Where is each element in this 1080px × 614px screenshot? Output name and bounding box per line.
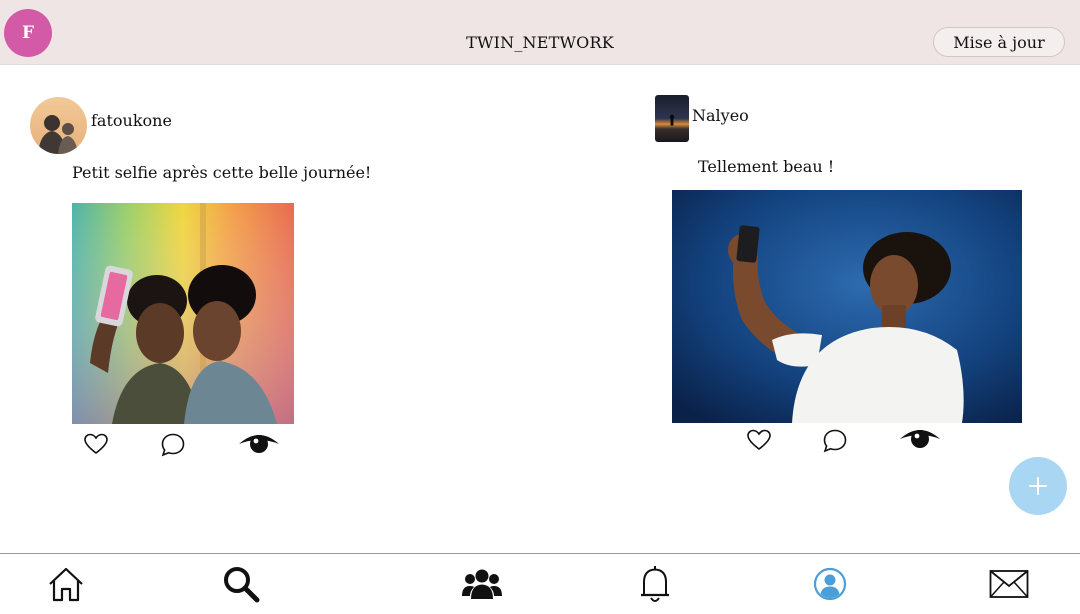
post-actions — [746, 426, 956, 458]
mail-icon — [989, 570, 1029, 598]
search-icon — [224, 567, 260, 603]
post-author-avatar[interactable] — [655, 95, 689, 142]
add-post-button[interactable] — [1009, 457, 1067, 515]
nav-profile[interactable] — [800, 554, 860, 614]
nav-home[interactable] — [36, 554, 96, 614]
heart-icon[interactable] — [746, 428, 772, 452]
post-photo[interactable] — [72, 203, 294, 424]
group-icon — [462, 569, 502, 599]
heart-icon[interactable] — [83, 432, 109, 456]
post-actions — [83, 430, 293, 462]
comment-icon[interactable] — [822, 428, 848, 454]
top-bar: F TWIN_NETWORK Mise à jour — [0, 0, 1080, 65]
update-button[interactable]: Mise à jour — [933, 27, 1065, 57]
post-photo[interactable] — [672, 190, 1022, 423]
home-icon — [49, 567, 83, 602]
plus-icon — [1029, 477, 1047, 495]
nav-messages[interactable] — [979, 554, 1039, 614]
bottom-nav — [0, 553, 1080, 614]
nav-groups[interactable] — [452, 554, 512, 614]
comment-icon[interactable] — [160, 432, 186, 458]
post-author-avatar[interactable] — [30, 97, 87, 154]
post-card: Nalyeo Tellement beau ! — [540, 64, 1080, 484]
post-caption: Tellement beau ! — [698, 157, 835, 176]
bell-icon — [641, 566, 669, 602]
post-caption: Petit selfie après cette belle journée! — [72, 163, 372, 182]
post-username[interactable]: Nalyeo — [692, 106, 749, 125]
nav-search[interactable] — [211, 554, 271, 614]
app-title: TWIN_NETWORK — [466, 33, 614, 52]
nav-notifications[interactable] — [625, 554, 685, 614]
post-card: fatoukone Petit selfie après cette belle… — [0, 64, 540, 484]
profile-icon — [813, 567, 847, 601]
eye-icon[interactable] — [898, 425, 942, 451]
post-username[interactable]: fatoukone — [91, 111, 172, 130]
eye-icon[interactable] — [237, 430, 281, 456]
